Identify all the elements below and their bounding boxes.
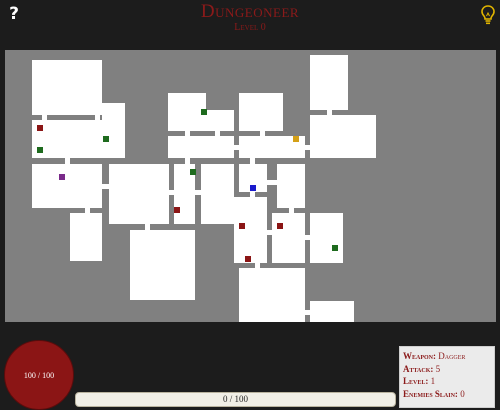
health-orb: 100 / 100 — [4, 340, 74, 410]
weapon-stat: Weapon: Dagger — [403, 350, 491, 363]
room — [206, 110, 234, 131]
corridor — [102, 184, 109, 189]
room — [272, 213, 305, 263]
corridor — [305, 145, 310, 150]
floor-tiles — [32, 55, 376, 322]
corridor — [250, 192, 255, 197]
corridor — [145, 224, 150, 230]
weapon-item — [59, 174, 65, 180]
room — [310, 55, 348, 110]
room — [239, 268, 305, 322]
health-item — [332, 245, 338, 251]
room — [168, 93, 206, 131]
enemy — [277, 223, 283, 229]
attack-value: 5 — [435, 363, 441, 374]
room — [168, 136, 234, 158]
level-stat: Level: 1 — [403, 375, 491, 388]
corridor — [305, 310, 310, 315]
enemies-slain-value: 0 — [460, 388, 465, 399]
corridor — [234, 145, 239, 150]
room — [32, 60, 102, 115]
game-window: ? Dungeoneer Level 0 100 / 100 0 / 100 W… — [0, 0, 500, 410]
stairs — [293, 136, 299, 142]
corridor — [260, 131, 265, 136]
health-item — [37, 147, 43, 153]
corridor — [327, 110, 332, 115]
corridor — [267, 180, 277, 185]
enemies-slain-stat: Enemies Slain: 0 — [403, 388, 491, 401]
lightbulb-button[interactable] — [480, 4, 496, 26]
corridor — [289, 208, 294, 213]
room — [201, 164, 234, 224]
map-canvas — [32, 55, 376, 322]
room — [277, 164, 305, 208]
room — [102, 103, 125, 158]
health-item — [201, 109, 207, 115]
health-text: 100 / 100 — [23, 370, 55, 380]
enemy — [239, 223, 245, 229]
room — [32, 164, 102, 208]
corridor — [169, 190, 174, 195]
corridor — [267, 230, 272, 235]
room — [234, 197, 267, 263]
room — [109, 164, 169, 224]
corridor — [85, 208, 90, 213]
game-title: Dungeoneer — [200, 1, 300, 22]
enemy — [245, 256, 251, 262]
level-value: 1 — [430, 376, 436, 386]
experience-bar: 0 / 100 — [75, 392, 396, 407]
corridor — [195, 190, 201, 195]
level-label: Level: — [403, 376, 429, 386]
attack-stat: Attack: 5 — [403, 363, 491, 376]
room — [310, 213, 343, 263]
room — [310, 115, 376, 158]
corridor — [305, 235, 310, 240]
enemy — [174, 207, 180, 213]
player — [250, 185, 256, 191]
health-item — [190, 169, 196, 175]
dungeon-level-label: Level 0 — [234, 22, 266, 33]
room — [130, 230, 195, 300]
corridor — [250, 158, 255, 164]
enemy — [37, 125, 43, 131]
room — [70, 213, 102, 261]
enemies-slain-label: Enemies Slain: — [403, 388, 458, 399]
stats-panel: Weapon: Dagger Attack: 5 Level: 1 Enemie… — [399, 346, 495, 408]
room — [239, 93, 283, 131]
room — [310, 301, 354, 322]
corridor — [42, 115, 47, 120]
health-item — [103, 136, 109, 142]
corridor — [185, 131, 190, 136]
dungeon-map[interactable] — [5, 50, 496, 322]
experience-text: 0 / 100 — [222, 394, 248, 404]
corridor — [65, 158, 70, 164]
weapon-value: Dagger — [438, 351, 466, 361]
corridor — [95, 115, 100, 120]
weapon-label: Weapon: — [403, 351, 436, 361]
lightbulb-icon — [481, 5, 495, 25]
corridor — [255, 263, 260, 268]
corridor — [185, 158, 190, 164]
corridor — [215, 131, 220, 136]
attack-label: Attack: — [403, 363, 434, 374]
